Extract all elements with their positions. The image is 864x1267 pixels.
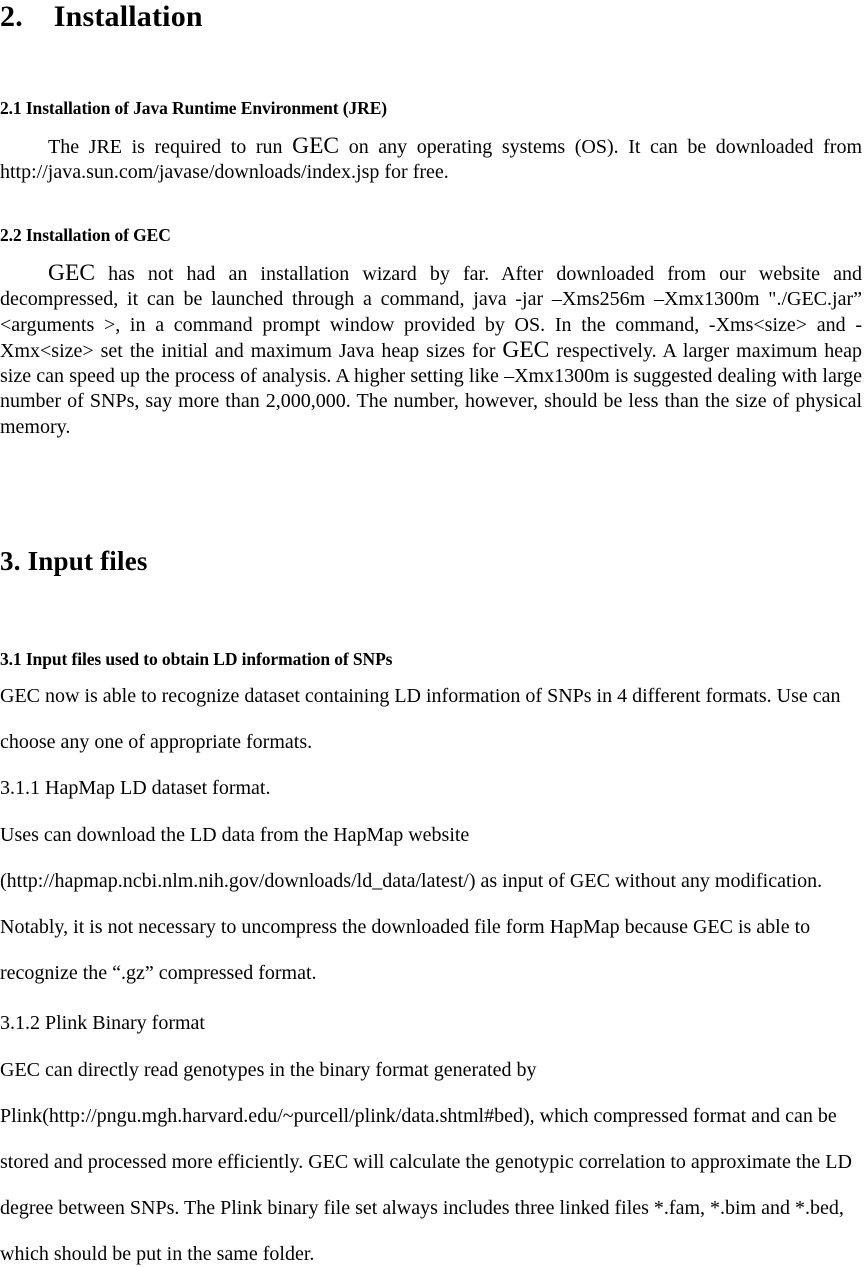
product-name-gec: GEC xyxy=(292,133,340,159)
document-page: 2. Installation 2.1 Installation of Java… xyxy=(0,0,864,1267)
heading-section-2: 2. Installation xyxy=(0,0,203,33)
paragraph-section-2-1: The JRE is required to run GEC on any op… xyxy=(0,133,862,186)
heading-section-3-1: 3.1 Input files used to obtain LD inform… xyxy=(0,649,393,669)
product-name-gec: GEC xyxy=(48,260,95,286)
heading-section-3: 3. Input files xyxy=(0,546,148,576)
heading-section-2-2: 2.2 Installation of GEC xyxy=(0,225,171,245)
paragraph-section-3-1-1: Uses can download the LD data from the H… xyxy=(0,824,823,984)
paragraph-text-lead: The JRE is required to run xyxy=(48,136,293,158)
heading-section-2-1: 2.1 Installation of Java Runtime Environ… xyxy=(0,98,387,118)
product-name-gec: GEC xyxy=(502,336,550,363)
heading-section-3-1-2: 3.1.2 Plink Binary format xyxy=(0,1012,205,1034)
paragraph-section-2-2: GEC has not had an installation wizard b… xyxy=(0,260,862,440)
heading-section-3-1-1: 3.1.1 HapMap LD dataset format. xyxy=(0,777,271,799)
paragraph-section-3-1-2: GEC can directly read genotypes in the b… xyxy=(0,1059,852,1265)
paragraph-section-3-1: GEC now is able to recognize dataset con… xyxy=(0,685,841,753)
